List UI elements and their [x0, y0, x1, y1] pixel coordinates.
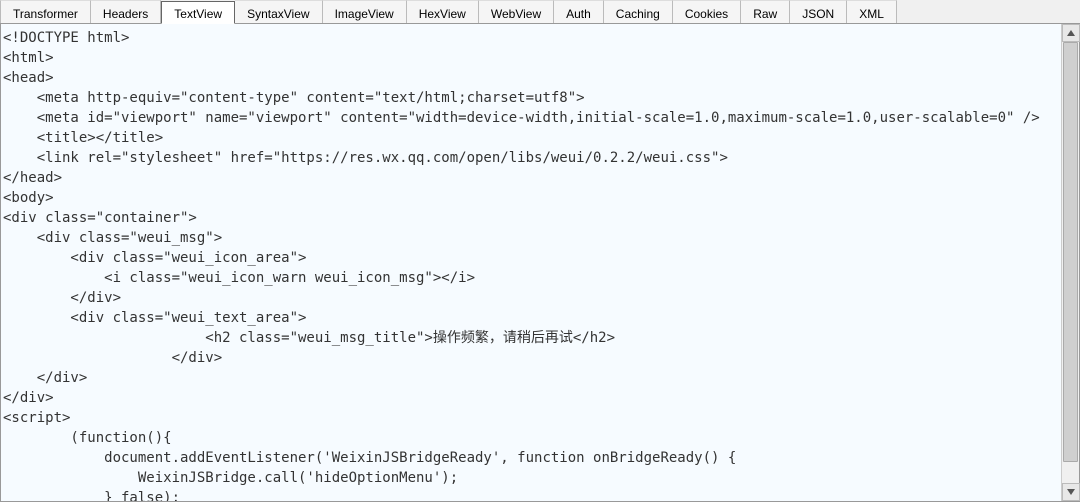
scroll-down-arrow[interactable] — [1062, 483, 1080, 501]
tab-transformer[interactable]: Transformer — [0, 0, 91, 23]
tab-caching[interactable]: Caching — [604, 0, 673, 23]
tab-textview[interactable]: TextView — [161, 1, 235, 24]
tab-cookies[interactable]: Cookies — [673, 0, 741, 23]
scroll-thumb[interactable] — [1063, 42, 1078, 462]
content-panel: <!DOCTYPE html> <html> <head> <meta http… — [0, 24, 1080, 502]
tab-json[interactable]: JSON — [790, 0, 847, 23]
scroll-up-arrow[interactable] — [1062, 24, 1080, 42]
tab-auth[interactable]: Auth — [554, 0, 604, 23]
text-view-content[interactable]: <!DOCTYPE html> <html> <head> <meta http… — [1, 24, 1061, 501]
tab-webview[interactable]: WebView — [479, 0, 554, 23]
scroll-track[interactable] — [1062, 42, 1079, 483]
tab-hexview[interactable]: HexView — [407, 0, 479, 23]
tab-syntaxview[interactable]: SyntaxView — [235, 0, 322, 23]
tab-xml[interactable]: XML — [847, 0, 897, 23]
vertical-scrollbar[interactable] — [1061, 24, 1079, 501]
tab-imageview[interactable]: ImageView — [323, 0, 407, 23]
tab-raw[interactable]: Raw — [741, 0, 790, 23]
tab-headers[interactable]: Headers — [91, 0, 161, 23]
inspector-tabs: TransformerHeadersTextViewSyntaxViewImag… — [0, 0, 1080, 24]
